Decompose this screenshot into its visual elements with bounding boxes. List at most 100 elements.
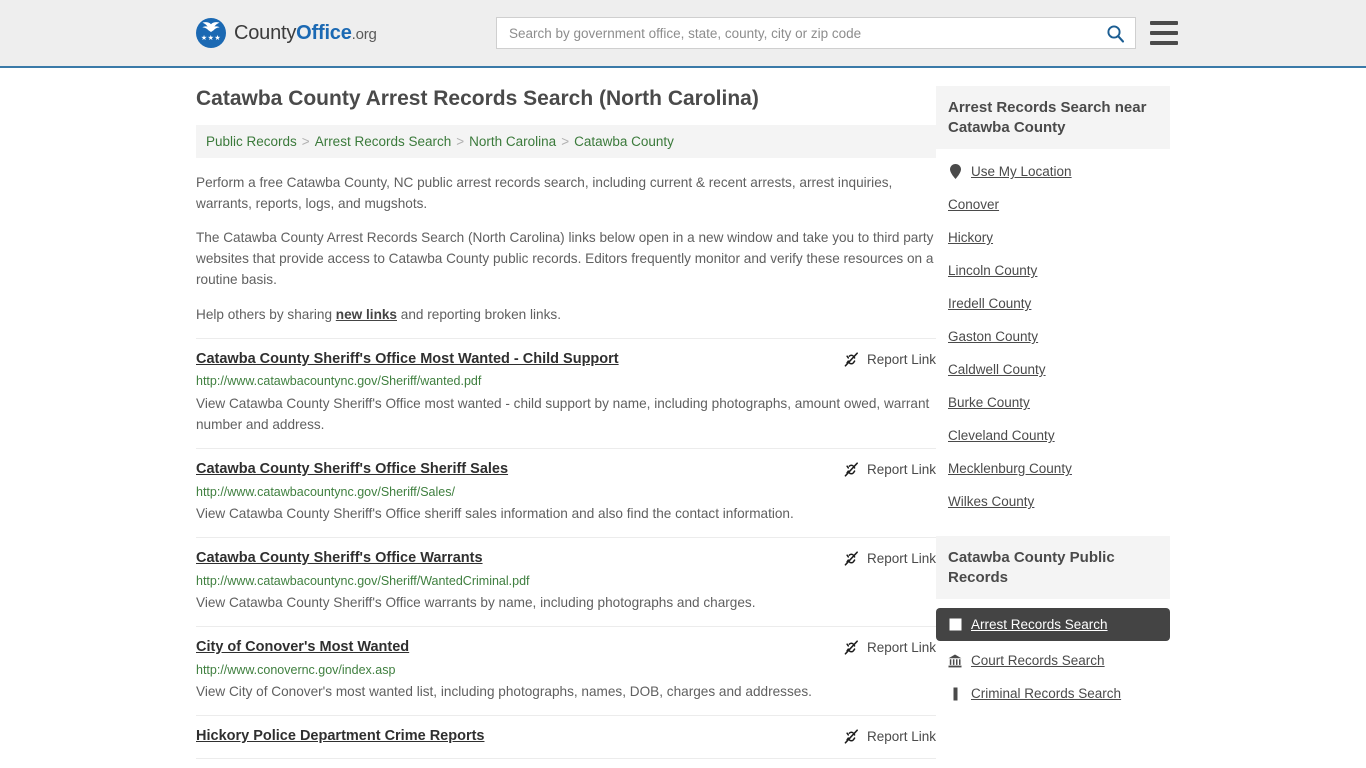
result-url: http://www.catawbacountync.gov/Sheriff/S… bbox=[196, 485, 455, 499]
sidebar-location-label: Lincoln County bbox=[948, 263, 1038, 278]
result-url: http://www.catawbacountync.gov/Sheriff/W… bbox=[196, 573, 530, 588]
search-button[interactable] bbox=[1104, 24, 1127, 43]
sidebar-location-label: Conover bbox=[948, 197, 1000, 212]
site-logo[interactable]: ★★★ CountyOffice.org bbox=[196, 18, 377, 48]
result-title-link[interactable]: Hickory Police Department Crime Reports bbox=[196, 727, 484, 746]
breadcrumb-item-arrest-records-search[interactable]: Arrest Records Search bbox=[315, 134, 452, 149]
result-header: Catawba County Sheriff's Office Most Wan… bbox=[196, 350, 936, 369]
result-item: Catawba County Sheriff's Office Most Wan… bbox=[196, 337, 936, 450]
brand-part-org: .org bbox=[351, 25, 377, 43]
report-link-label: Report Link bbox=[866, 551, 936, 566]
sidebar-location-label: Cleveland County bbox=[948, 428, 1055, 443]
report-link-button[interactable]: Report Link bbox=[843, 727, 936, 745]
sidebar: Arrest Records Search near Catawba Count… bbox=[936, 86, 1170, 759]
sidebar-location-cleveland-county[interactable]: Cleveland County bbox=[936, 419, 1170, 452]
report-link-label: Report Link bbox=[866, 351, 936, 367]
breadcrumb-item-catawba-county[interactable]: Catawba County bbox=[574, 134, 674, 149]
courthouse-icon bbox=[948, 654, 962, 668]
site-header: ★★★ CountyOffice.org bbox=[0, 0, 1366, 68]
map-pin-icon bbox=[948, 164, 962, 179]
result-description: View Catawba County Sheriff's Office she… bbox=[196, 506, 794, 522]
breadcrumb-item-public-records[interactable]: Public Records bbox=[206, 134, 297, 149]
result-item: Catawba County Sheriff's Office Sheriff … bbox=[196, 449, 936, 538]
near-locations-list: Use My Location Conover Hickory Lincoln Cou… bbox=[936, 149, 1170, 518]
broken-link-icon bbox=[844, 352, 858, 367]
sidebar-location-gaston-county[interactable]: Gaston County bbox=[936, 320, 1170, 353]
sidebar-location-iredell-county[interactable]: Iredell County bbox=[936, 287, 1170, 320]
eagle-seal-icon: ★★★ bbox=[196, 18, 226, 48]
sidebar-record-court-records-search[interactable]: Court Records Search bbox=[936, 644, 1170, 677]
hamburger-bar-2 bbox=[1150, 31, 1178, 35]
eagle-glyph bbox=[202, 22, 220, 32]
report-link-button[interactable]: Report Link bbox=[843, 638, 936, 656]
intro-paragraph-1: Perform a free Catawba County, NC public… bbox=[196, 175, 893, 212]
sidebar-record-label: Arrest Records Search bbox=[971, 617, 1108, 632]
sidebar-location-use-my-location[interactable]: Use My Location bbox=[936, 155, 1170, 188]
search-icon bbox=[1107, 24, 1125, 43]
search-input[interactable] bbox=[507, 24, 1104, 42]
broken-link-icon bbox=[844, 551, 858, 566]
result-header: Hickory Police Department Crime Reports R… bbox=[196, 727, 936, 746]
breadcrumb-separator: > bbox=[301, 134, 310, 150]
sidebar-record-label: Criminal Records Search bbox=[971, 686, 1122, 701]
document-icon bbox=[948, 618, 962, 631]
sidebar-location-wilkes-county[interactable]: Wilkes County bbox=[936, 485, 1170, 518]
sidebar-location-label: Hickory bbox=[948, 230, 994, 245]
intro-paragraph-3: Help others by sharing new links and rep… bbox=[196, 304, 936, 325]
search-bar[interactable] bbox=[496, 17, 1136, 49]
sidebar-location-mecklenburg-county[interactable]: Mecklenburg County bbox=[936, 452, 1170, 485]
sidebar-location-conover[interactable]: Conover bbox=[936, 188, 1170, 221]
public-records-list: Arrest Records Search Court Records Searc… bbox=[936, 599, 1170, 710]
result-item: Catawba County Sheriff's Office Warrants… bbox=[196, 538, 936, 627]
report-link-button[interactable]: Report Link bbox=[843, 350, 936, 368]
file-icon bbox=[948, 687, 962, 701]
main-content: Catawba County Arrest Records Search (No… bbox=[196, 86, 936, 759]
result-title-link[interactable]: Catawba County Sheriff's Office Warrants bbox=[196, 549, 483, 568]
sidebar-location-caldwell-county[interactable]: Caldwell County bbox=[936, 353, 1170, 386]
sidebar-location-label: Iredell County bbox=[948, 296, 1032, 311]
broken-link-icon bbox=[844, 462, 858, 477]
public-records-panel: Catawba County Public Records Arrest Rec… bbox=[936, 536, 1170, 710]
hamburger-bar-1 bbox=[1150, 21, 1178, 25]
sidebar-record-arrest-records-search[interactable]: Arrest Records Search bbox=[936, 608, 1170, 641]
breadcrumb: Public Records > Arrest Records Search > Nor… bbox=[196, 125, 936, 159]
sidebar-location-label: Burke County bbox=[948, 395, 1030, 410]
sidebar-record-criminal-records-search[interactable]: Criminal Records Search bbox=[936, 677, 1170, 710]
page-title: Catawba County Arrest Records Search (No… bbox=[196, 87, 759, 110]
report-link-button[interactable]: Report Link bbox=[843, 549, 936, 567]
sidebar-location-burke-county[interactable]: Burke County bbox=[936, 386, 1170, 419]
result-title-link[interactable]: Catawba County Sheriff's Office Most Wan… bbox=[196, 350, 619, 369]
result-header: Catawba County Sheriff's Office Warrants… bbox=[196, 549, 936, 568]
page-body: Catawba County Arrest Records Search (No… bbox=[0, 68, 1366, 759]
sidebar-location-lincoln-county[interactable]: Lincoln County bbox=[936, 254, 1170, 287]
result-title-link[interactable]: Catawba County Sheriff's Office Sheriff … bbox=[196, 460, 508, 479]
file-icon bbox=[953, 687, 957, 700]
result-description: View City of Conover's most wanted list,… bbox=[196, 683, 812, 699]
result-item: Hickory Police Department Crime Reports R… bbox=[196, 716, 936, 759]
result-header: City of Conover's Most Wanted Report Link bbox=[196, 638, 936, 657]
public-records-heading: Catawba County Public Records bbox=[936, 536, 1170, 599]
report-link-label: Report Link bbox=[866, 728, 936, 744]
courthouse-icon bbox=[948, 654, 962, 667]
result-description: View Catawba County Sheriff's Office mos… bbox=[196, 395, 930, 433]
stars-glyph: ★★★ bbox=[200, 35, 222, 42]
result-url: http://www.catawbacountync.gov/Sheriff/w… bbox=[196, 374, 482, 389]
result-title-link[interactable]: City of Conover's Most Wanted bbox=[196, 638, 409, 657]
result-description: View Catawba County Sheriff's Office war… bbox=[196, 595, 756, 611]
result-item: City of Conover's Most Wanted Report Link… bbox=[196, 627, 936, 716]
intro-p3-after: and reporting broken links. bbox=[397, 306, 561, 322]
document-icon bbox=[949, 618, 961, 631]
intro-text: Perform a free Catawba County, NC public… bbox=[196, 172, 936, 324]
results-list: Catawba County Sheriff's Office Most Wan… bbox=[196, 337, 936, 759]
report-link-button[interactable]: Report Link bbox=[843, 460, 936, 478]
result-url: http://www.conovernc.gov/index.asp bbox=[196, 662, 396, 677]
breadcrumb-item-north-carolina[interactable]: North Carolina bbox=[469, 134, 556, 149]
intro-paragraph-2: The Catawba County Arrest Records Search… bbox=[196, 230, 934, 288]
hamburger-menu-icon[interactable] bbox=[1150, 21, 1178, 45]
new-links-link[interactable]: new links bbox=[336, 307, 397, 322]
near-locations-panel: Arrest Records Search near Catawba Count… bbox=[936, 86, 1170, 518]
sidebar-location-hickory[interactable]: Hickory bbox=[936, 221, 1170, 254]
sidebar-location-label: Caldwell County bbox=[948, 362, 1046, 377]
breadcrumb-separator: > bbox=[561, 134, 570, 150]
report-link-label: Report Link bbox=[866, 462, 936, 478]
